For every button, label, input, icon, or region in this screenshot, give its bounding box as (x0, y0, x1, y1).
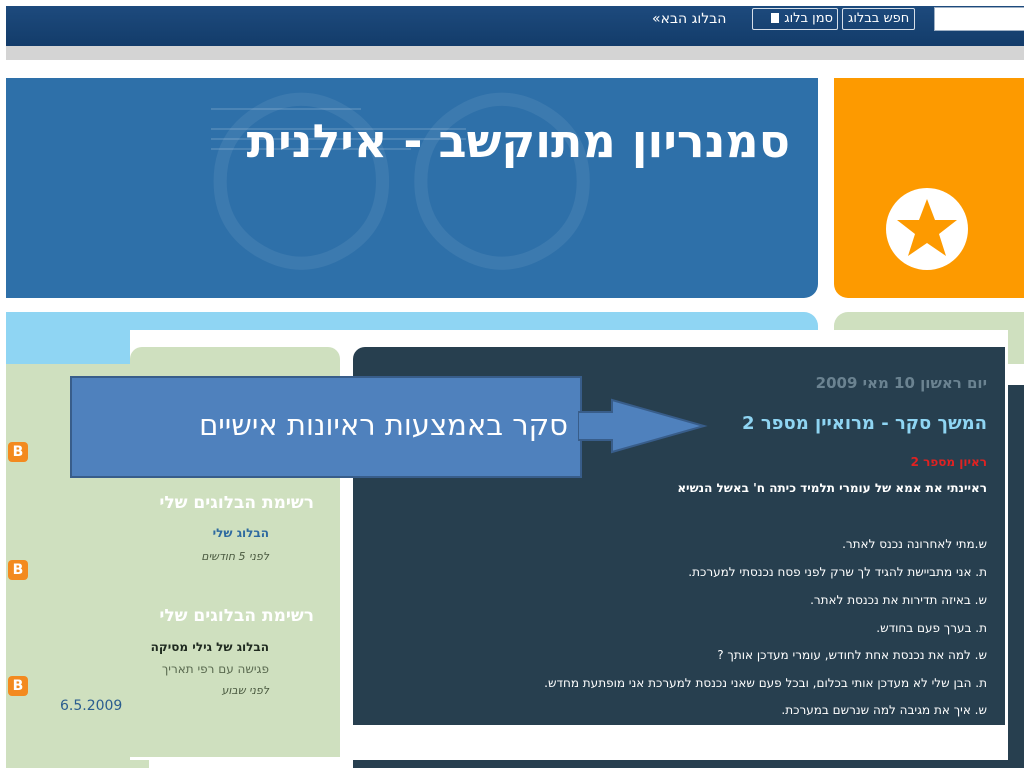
blog-list-heading: רשימת הבלוגים שלי (159, 606, 314, 626)
blog-list-link[interactable]: הבלוג שלי (213, 526, 269, 540)
blogger-icon[interactable]: B (8, 442, 28, 462)
post-subtitle: ראיון מספר 2 (910, 455, 987, 469)
next-blog-link[interactable]: הבלוג הבא» (652, 8, 726, 30)
star-icon (886, 188, 968, 270)
post-date: יום ראשון 10 מאי 2009 (815, 374, 987, 392)
post-line: ש. איך את מגיבה למה שנרשם במערכת. (781, 703, 987, 717)
blogger-icon[interactable]: B (8, 676, 28, 696)
post-intro: ראיינתי את אמא של עומרי תלמיד כיתה ח' בא… (677, 481, 987, 495)
post-title[interactable]: המשך סקר - מרואיין מספר 2 (742, 413, 987, 434)
flag-blog-label: סמן בלוג (784, 11, 833, 26)
search-blog-button[interactable]: חפש בבלוג (842, 8, 916, 30)
flag-blog-button[interactable]: סמן בלוג (752, 8, 838, 30)
callout-text: סקר באמצעות ראיונות אישיים (199, 408, 568, 442)
post-line: ש. למה את נכנסת אחת לחודש, עומרי מעדכן א… (717, 648, 987, 662)
next-post-edge (353, 760, 1024, 768)
flag-icon (771, 13, 780, 23)
blog-title[interactable]: סמנריון מתוקשב - אילנית (247, 114, 790, 168)
blog-list-timestamp: לפני 5 חודשים (201, 550, 269, 563)
navbar-divider (6, 46, 1024, 60)
blog-list-link[interactable]: הבלוג של גילי מסיקה (151, 640, 269, 654)
post-line: ת. אני מתביישת להגיד לך שרק לפני פסח נכנ… (688, 565, 987, 579)
post-line: ת. בערך פעם בחודש. (876, 621, 987, 635)
blog-list-timestamp: לפני שבוע (221, 684, 269, 697)
callout-arrow-icon (578, 398, 708, 454)
blog-list-heading: רשימת הבלוגים שלי (159, 493, 314, 513)
post-line: ש.מתי לאחרונה נכנס לאתר. (842, 537, 987, 551)
blog-list-snippet-overflow: 6.5.2009 (60, 698, 123, 714)
blog-search-input[interactable] (934, 7, 1024, 31)
blogger-icon[interactable]: B (8, 560, 28, 580)
blog-list-snippet[interactable]: פגישה עם רפי תאריך (162, 662, 269, 676)
post-line: ת. הבן שלי לא מעדכן אותי בכלום, ובכל פעם… (544, 676, 987, 690)
page-edge-strip (1008, 385, 1024, 768)
post-line: ש. באיזה תדירות את נכנסת לאתר. (810, 593, 987, 607)
slide-callout-box: סקר באמצעות ראיונות אישיים (70, 376, 582, 478)
blog-header: ○○ (6, 78, 818, 298)
